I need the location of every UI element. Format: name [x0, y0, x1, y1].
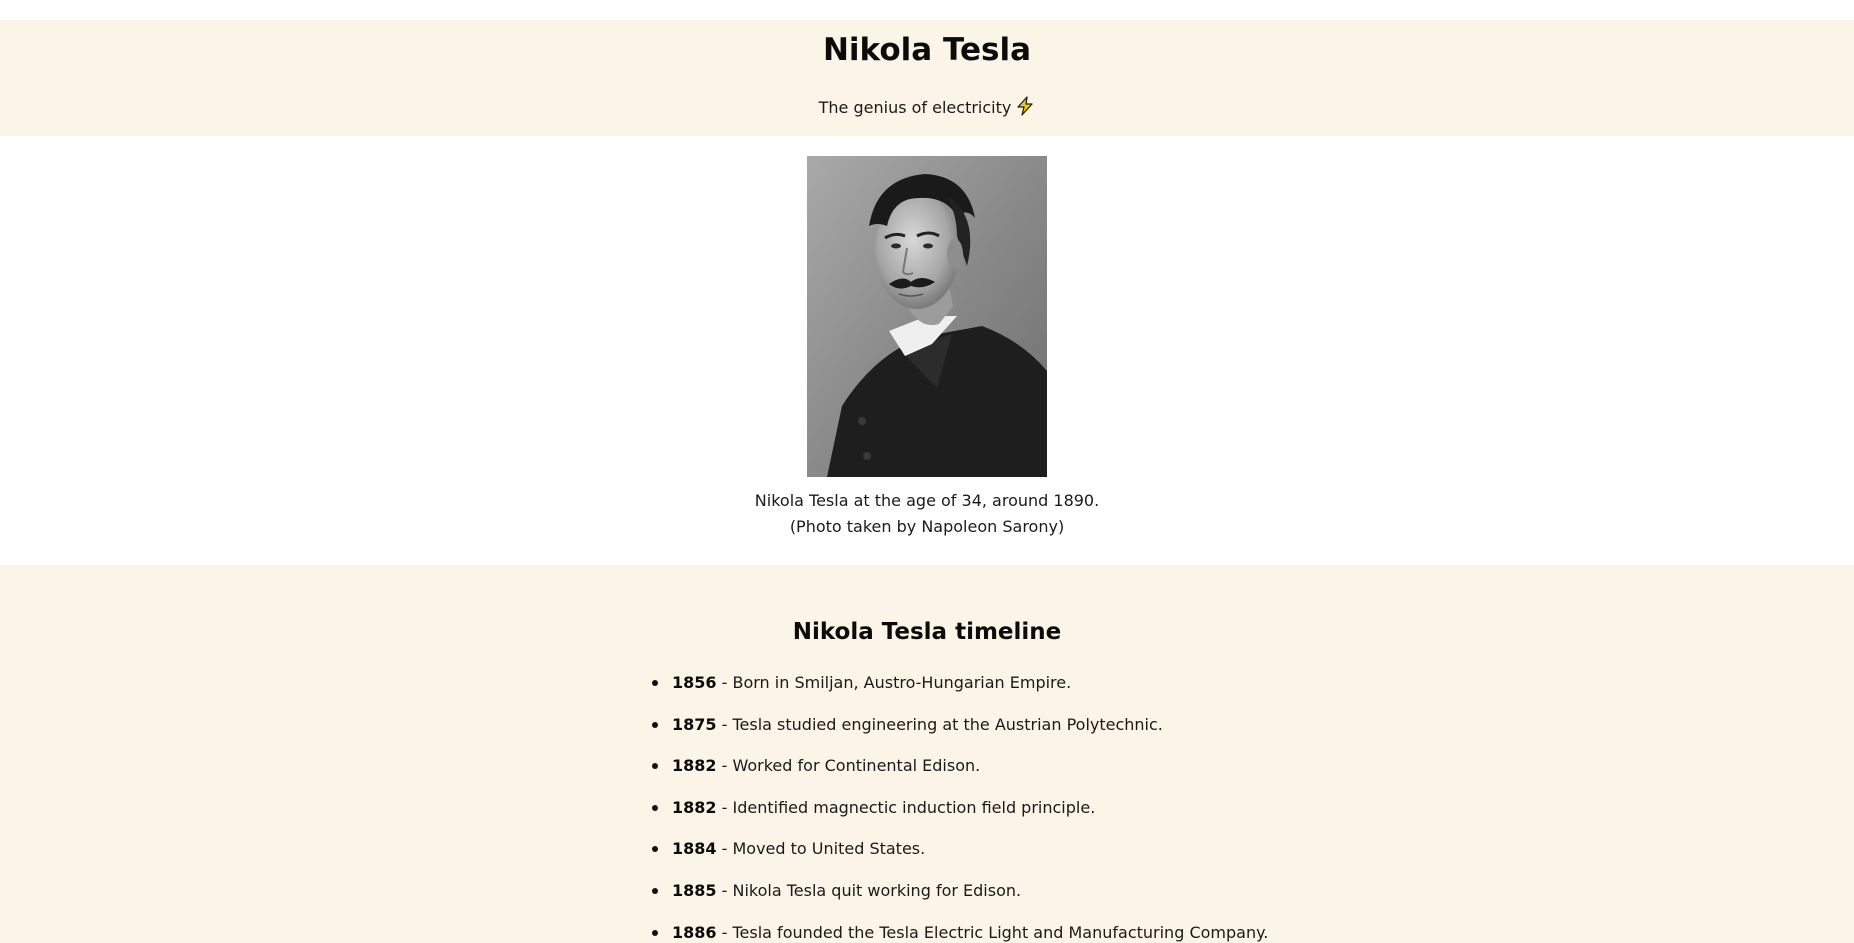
- timeline-separator: -: [716, 673, 733, 692]
- tagline: The genius of electricity: [0, 96, 1854, 123]
- bullet-icon: [652, 929, 658, 936]
- bullet-icon: [652, 721, 658, 728]
- timeline-item: 1882 - Worked for Continental Edison.: [652, 755, 1412, 797]
- timeline-year: 1856: [672, 673, 717, 692]
- timeline-separator: -: [716, 880, 733, 900]
- timeline-year: 1882: [672, 797, 717, 817]
- timeline-list: 1856 - Born in Smiljan, Austro-Hungarian…: [652, 672, 1412, 943]
- timeline-year: 1884: [672, 839, 717, 859]
- timeline-text: Tesla founded the Tesla Electric Light a…: [732, 922, 1269, 942]
- portrait-caption: Nikola Tesla at the age of 34, around 18…: [0, 488, 1854, 540]
- timeline-separator: -: [716, 756, 733, 776]
- timeline-text: Born in Smiljan, Austro-Hungarian Empire…: [732, 673, 1072, 692]
- timeline-section: Nikola Tesla timeline 1856 - Born in Smi…: [0, 565, 1854, 943]
- timeline-year: 1886: [672, 922, 717, 942]
- timeline-text: Nikola Tesla quit working for Edison.: [732, 880, 1022, 900]
- portrait-image: [807, 156, 1047, 477]
- timeline-item: 1886 - Tesla founded the Tesla Electric …: [652, 922, 1412, 943]
- timeline-heading: Nikola Tesla timeline: [792, 619, 1062, 645]
- timeline-separator: -: [716, 922, 733, 942]
- bullet-icon: [652, 887, 658, 894]
- bullet-icon: [652, 846, 658, 853]
- timeline-item: 1882 - Identified magnectic induction fi…: [652, 797, 1412, 839]
- page-title: Nikola Tesla: [822, 32, 1032, 68]
- timeline-year: 1885: [672, 880, 717, 900]
- caption-line-1: Nikola Tesla at the age of 34, around 18…: [754, 491, 1100, 510]
- timeline-text: Identified magnectic induction field pri…: [732, 797, 1096, 817]
- timeline-text: Worked for Continental Edison.: [732, 756, 981, 776]
- timeline-item: 1884 - Moved to United States.: [652, 838, 1412, 880]
- timeline-item: 1885 - Nikola Tesla quit working for Edi…: [652, 880, 1412, 922]
- timeline-separator: -: [716, 797, 733, 817]
- timeline-year: 1882: [672, 756, 717, 776]
- lightning-bolt-icon: [1015, 96, 1035, 123]
- bullet-icon: [652, 763, 658, 770]
- page: Nikola Tesla The genius of electricity N…: [0, 0, 1854, 943]
- timeline-separator: -: [716, 714, 733, 734]
- bullet-icon: [652, 680, 658, 686]
- tagline-text: The genius of electricity: [818, 98, 1012, 117]
- timeline-item: 1856 - Born in Smiljan, Austro-Hungarian…: [652, 672, 1412, 714]
- caption-line-2: (Photo taken by Napoleon Sarony): [789, 517, 1065, 536]
- timeline-item: 1875 - Tesla studied engineering at the …: [652, 714, 1412, 756]
- bullet-icon: [652, 804, 658, 811]
- timeline-year: 1875: [672, 714, 717, 734]
- timeline-text: Tesla studied engineering at the Austria…: [732, 714, 1163, 734]
- timeline-separator: -: [716, 839, 733, 859]
- page-header: Nikola Tesla The genius of electricity: [0, 20, 1854, 136]
- timeline-text: Moved to United States.: [732, 839, 926, 859]
